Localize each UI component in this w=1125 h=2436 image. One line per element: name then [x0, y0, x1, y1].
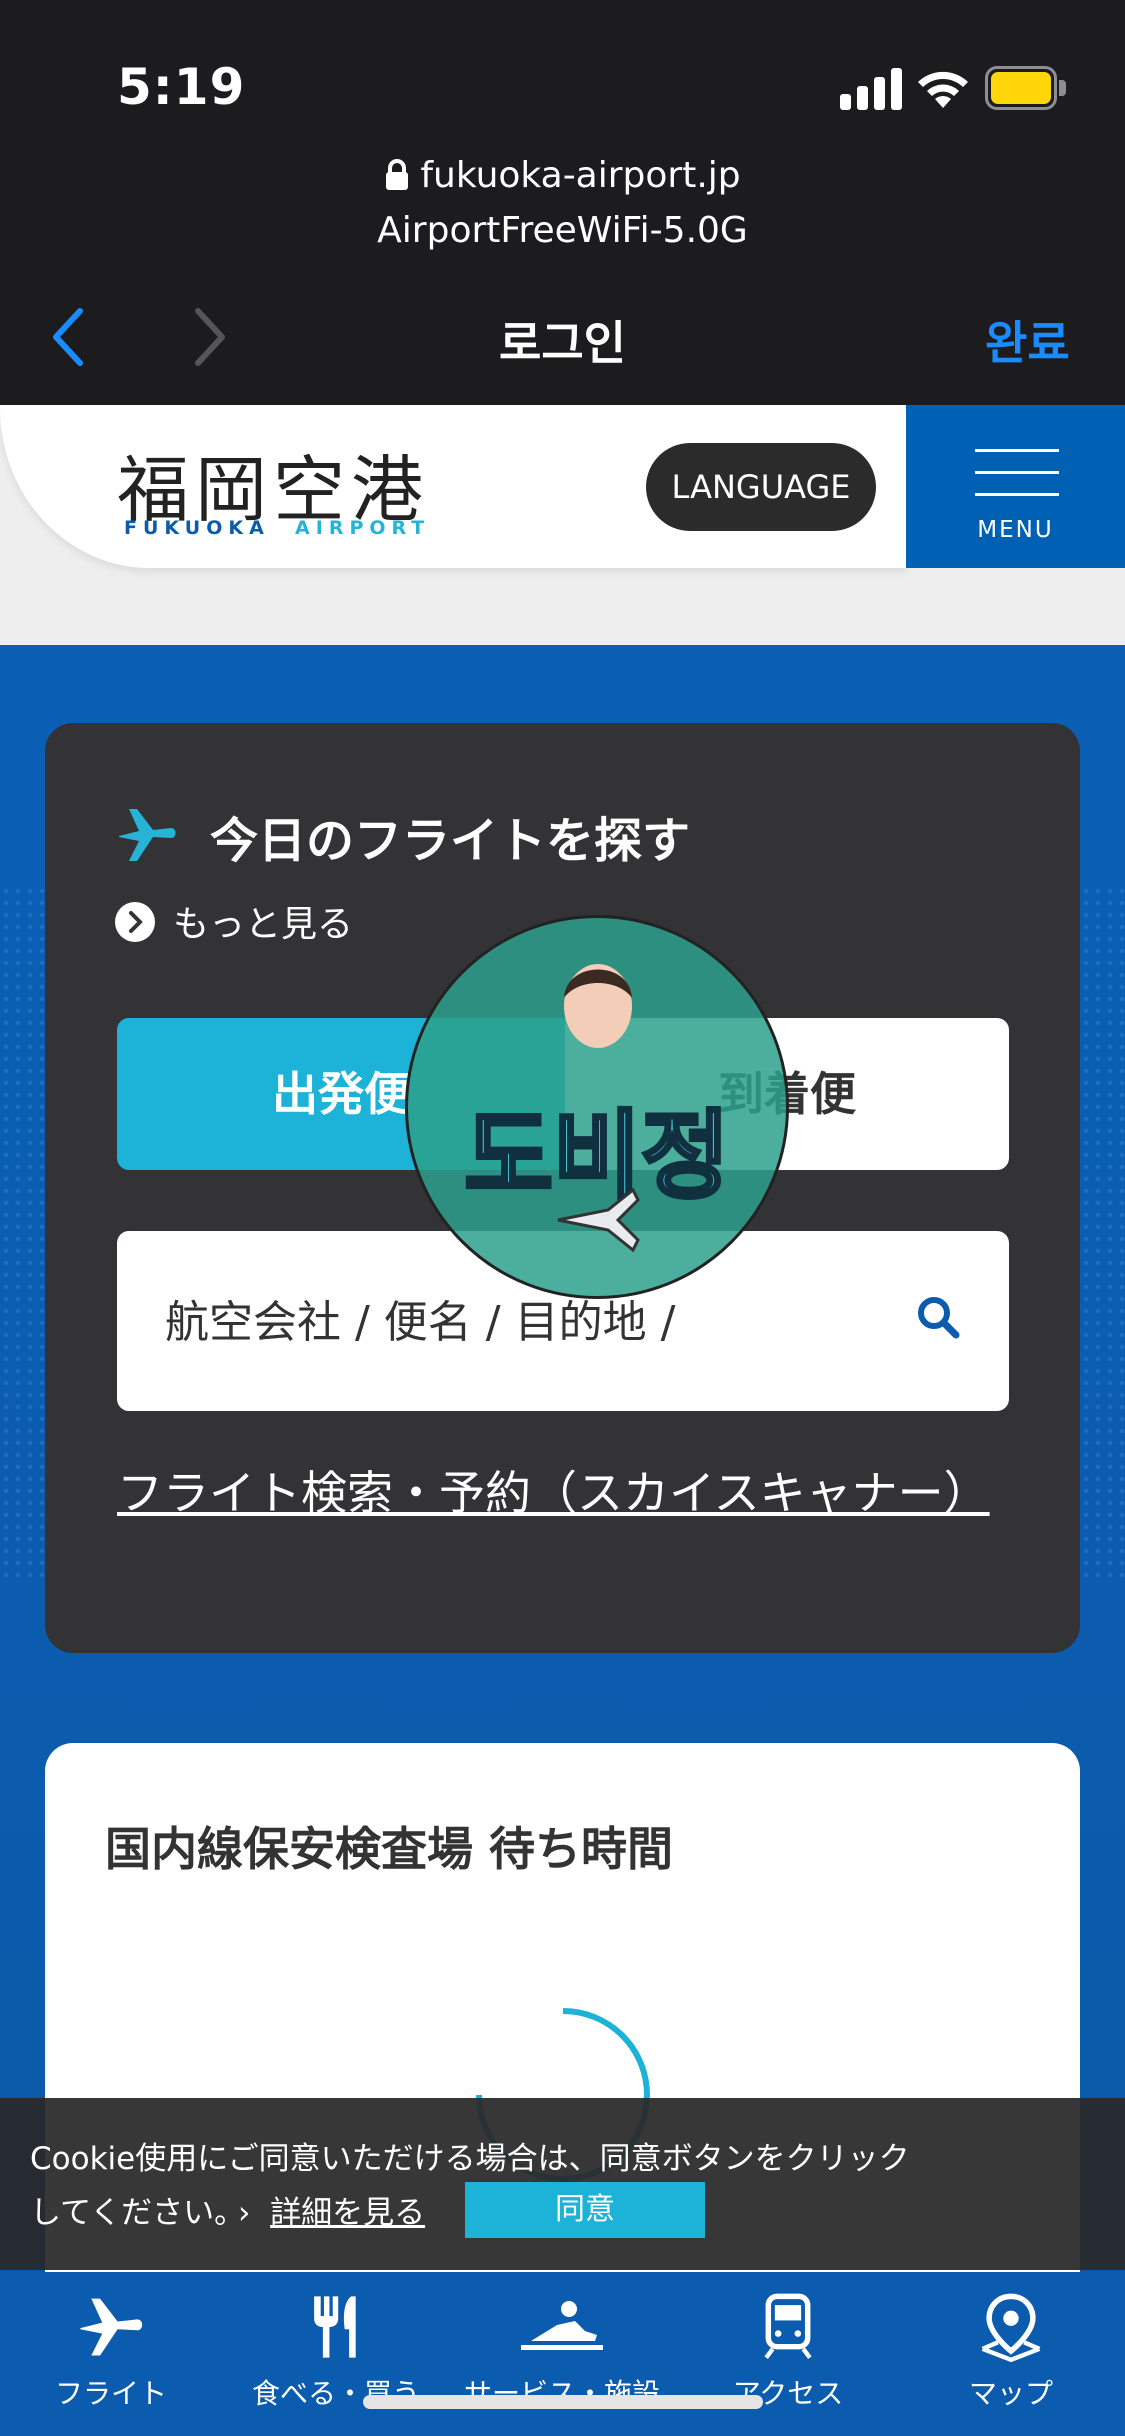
airplane-icon	[119, 809, 176, 861]
battery-icon	[985, 66, 1069, 110]
cookie-agree-button[interactable]: 同意	[465, 2182, 705, 2238]
status-time: 5:19	[117, 58, 246, 116]
train-icon	[764, 2293, 812, 2359]
home-indicator	[363, 2395, 763, 2409]
cookie-detail-label: 詳細を見る	[270, 2195, 426, 2231]
tab-map[interactable]: マップ	[911, 2292, 1111, 2432]
tab-eat-shop[interactable]: 食べる・買う	[236, 2292, 436, 2432]
wifi-icon	[918, 71, 968, 108]
tab-access[interactable]: アクセス	[688, 2292, 888, 2432]
tab-label: フライト	[54, 2377, 167, 2410]
flight-card-title: 今日のフライトを探す	[210, 813, 691, 869]
logo-en-right: AIRPORT	[295, 517, 431, 539]
lock-icon	[386, 159, 409, 190]
ssid-text: AirportFreeWiFi-5.0G	[377, 210, 748, 251]
more-link[interactable]: もっと見る	[115, 895, 353, 947]
site-header: 福岡空港 FUKUOKA AIRPORT LANGUAGE MENU	[0, 405, 1125, 645]
signal-icon	[840, 66, 902, 110]
tab-label: マップ	[968, 2377, 1053, 2410]
wait-time-title: 国内線保安検査場 待ち時間	[105, 1822, 674, 1876]
done-button[interactable]: 완료	[985, 307, 1070, 373]
logo-en-left: FUKUOKA	[124, 517, 270, 539]
tab-services[interactable]: サービス・施設	[462, 2292, 662, 2432]
plane-doodle-icon	[557, 1187, 640, 1253]
service-icon	[521, 2301, 603, 2350]
logo[interactable]: 福岡空港 FUKUOKA AIRPORT LANGUAGE	[0, 405, 906, 568]
watermark-badge: 도비정	[405, 915, 789, 1299]
map-pin-icon	[981, 2293, 1041, 2362]
main-content: 今日のフライトを探す もっと見る 出発便 到着便 フライト検索・予約（スカイスキ…	[0, 645, 1125, 2275]
page-title: 로그인	[499, 316, 626, 370]
tab-flight[interactable]: フライト	[11, 2292, 211, 2432]
bottom-tab-bar: フライト 食べる・買う サービス・施設 アクセス マップ	[0, 2272, 1125, 2436]
cookie-detail-link[interactable]: › 詳細を見る	[238, 2186, 425, 2240]
menu-button[interactable]: MENU	[906, 405, 1125, 568]
menu-label: MENU	[977, 517, 1054, 543]
avatar-icon	[564, 964, 632, 1048]
logo-en: FUKUOKA AIRPORT	[124, 517, 430, 539]
chevron-circle-icon	[115, 902, 155, 942]
url-text: fukuoka-airport.jp	[420, 155, 741, 196]
cookie-banner: Cookie使用にご同意いただける場合は、同意ボタンをクリックしてください。 ›…	[0, 2098, 1125, 2270]
skyscanner-link[interactable]: フライト検索・予約（スカイスキャナー）	[117, 1458, 997, 1528]
chevron-right-icon: ›	[238, 2195, 271, 2231]
more-label: もっと見る	[173, 904, 354, 945]
url-bar[interactable]: fukuoka-airport.jp	[0, 155, 1125, 196]
search-icon[interactable]	[912, 1291, 972, 1351]
fork-knife-icon	[314, 2296, 356, 2358]
browser-chrome: 5:19 fukuoka-airport.jp AirportFreeWiFi-…	[0, 0, 1125, 405]
airplane-icon	[80, 2298, 143, 2356]
language-button[interactable]: LANGUAGE	[646, 443, 876, 531]
flight-search-input[interactable]	[163, 1271, 887, 1373]
